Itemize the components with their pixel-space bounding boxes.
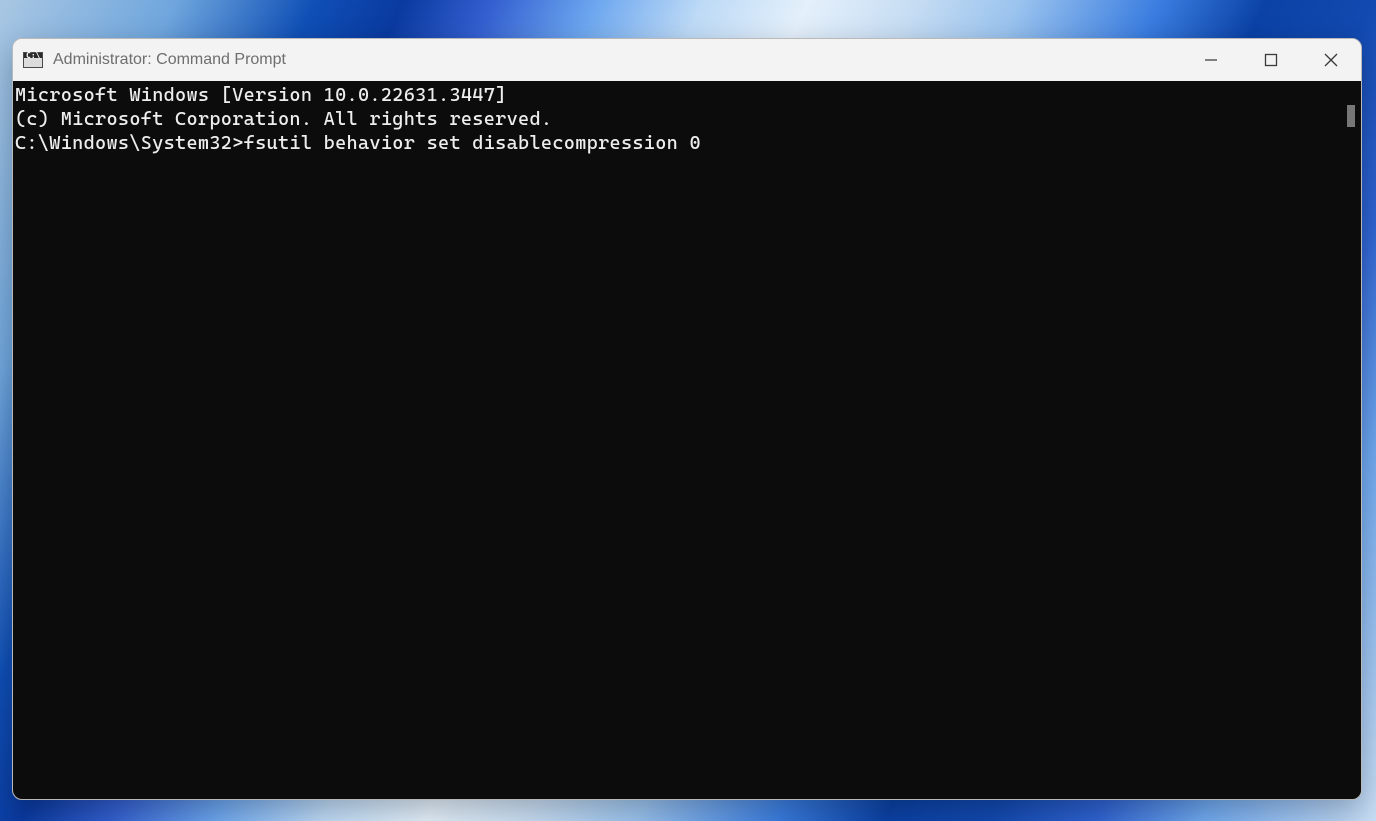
window-controls: [1181, 39, 1361, 81]
client-area: Microsoft Windows [Version 10.0.22631.34…: [13, 81, 1361, 799]
scrollbar-track[interactable]: [1341, 81, 1361, 799]
titlebar[interactable]: C:\ Administrator: Command Prompt: [13, 39, 1361, 81]
window-title: Administrator: Command Prompt: [53, 51, 286, 69]
maximize-button[interactable]: [1241, 39, 1301, 81]
prompt-line: C:\Windows\System32>fsutil behavior set …: [15, 131, 1341, 155]
banner-line-1: Microsoft Windows [Version 10.0.22631.34…: [15, 83, 1341, 107]
banner-line-2: (c) Microsoft Corporation. All rights re…: [15, 107, 1341, 131]
scrollbar-thumb[interactable]: [1347, 105, 1355, 127]
command-prompt-window: C:\ Administrator: Command Prompt: [12, 38, 1362, 800]
maximize-icon: [1264, 53, 1278, 67]
cmd-icon-label: C:\: [26, 53, 40, 58]
terminal-output[interactable]: Microsoft Windows [Version 10.0.22631.34…: [13, 81, 1341, 799]
minimize-button[interactable]: [1181, 39, 1241, 81]
desktop-background: C:\ Administrator: Command Prompt: [0, 0, 1376, 821]
cmd-icon: C:\: [23, 52, 43, 68]
prompt-path: C:\Windows\System32>: [15, 132, 244, 154]
command-text: fsutil behavior set disablecompression 0: [244, 132, 701, 154]
minimize-icon: [1204, 53, 1218, 67]
close-button[interactable]: [1301, 39, 1361, 81]
close-icon: [1324, 53, 1338, 67]
